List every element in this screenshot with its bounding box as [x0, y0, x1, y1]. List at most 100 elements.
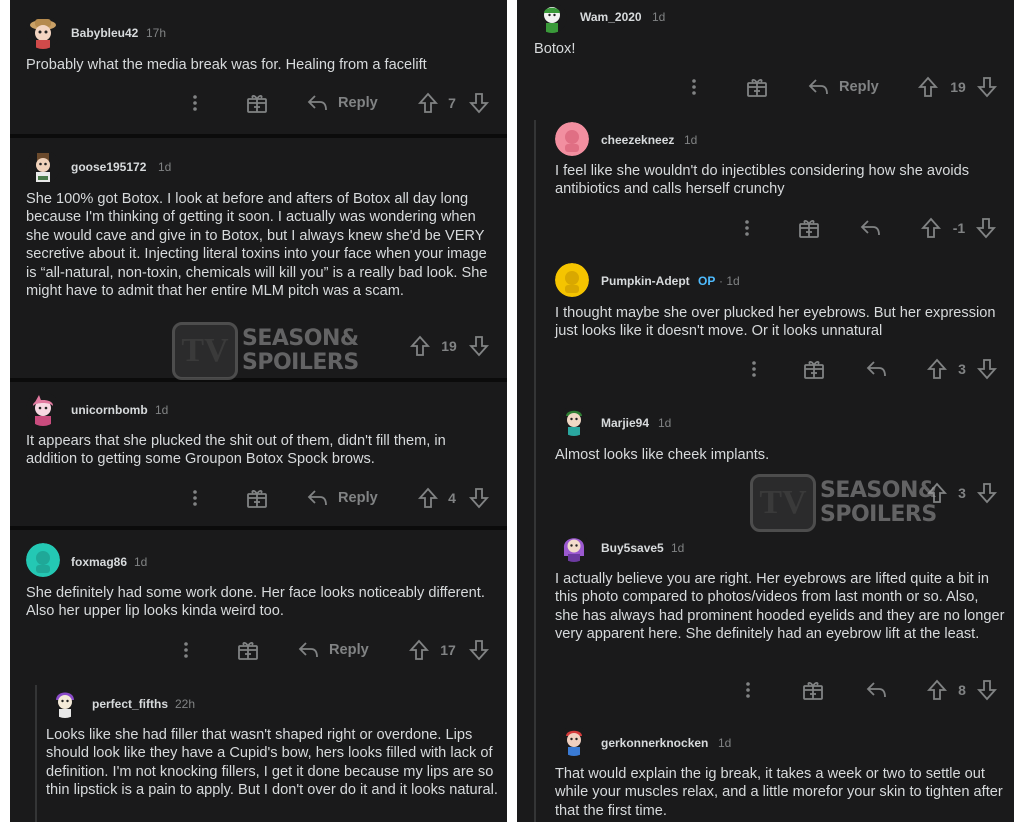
comment: Buy5save5 1d I actually believe you are …: [517, 522, 1014, 718]
watermark: TV SEASON& SPOILERS: [172, 322, 359, 380]
vote-score: 3: [958, 361, 966, 377]
comment-age: 1d: [658, 416, 672, 430]
comment-age: 1d: [684, 133, 698, 147]
comment-age: 1d: [155, 403, 169, 417]
comment: cheezekneez 1d I feel like she wouldn't …: [517, 118, 1014, 258]
more-options-icon[interactable]: [742, 218, 752, 238]
comment-body: That would explain the ig break, it take…: [555, 766, 1003, 819]
reply-icon[interactable]: [807, 77, 829, 97]
comment-age: 1d: [134, 555, 148, 569]
upvote-icon[interactable]: [918, 76, 938, 98]
upvote-icon[interactable]: [410, 335, 430, 357]
downvote-icon[interactable]: [976, 217, 996, 239]
avatar[interactable]: [555, 122, 589, 156]
award-icon[interactable]: [802, 679, 824, 701]
avatar[interactable]: [50, 688, 80, 718]
vote-score: 7: [448, 95, 456, 111]
award-icon[interactable]: [237, 639, 259, 661]
comment-username[interactable]: Marjie94: [601, 416, 649, 430]
avatar[interactable]: [26, 543, 60, 577]
comment-age: 1d: [158, 160, 172, 174]
downvote-icon[interactable]: [469, 335, 489, 357]
reply-icon[interactable]: [865, 680, 887, 700]
reply-button[interactable]: Reply: [338, 490, 378, 506]
comment-username[interactable]: cheezekneez: [601, 133, 674, 147]
reply-icon[interactable]: [859, 218, 881, 238]
downvote-icon[interactable]: [469, 487, 489, 509]
right-screenshot-panel: Wam_2020 1d Botox! Reply 19 cheezekneez …: [517, 0, 1014, 822]
watermark-line1: SEASON&: [820, 478, 937, 503]
award-icon[interactable]: [246, 487, 268, 509]
award-icon[interactable]: [746, 76, 768, 98]
more-options-icon[interactable]: [743, 680, 753, 700]
comment-body: Botox!: [534, 41, 576, 57]
upvote-icon[interactable]: [418, 92, 438, 114]
comment: gerkonnerknocken 1d That would explain t…: [517, 718, 1014, 822]
reply-icon[interactable]: [306, 488, 328, 508]
award-icon[interactable]: [803, 358, 825, 380]
comment-body: I actually believe you are right. Her ey…: [555, 571, 1005, 643]
vote-score: 3: [958, 485, 966, 501]
comment-username[interactable]: Wam_2020: [580, 10, 642, 24]
upvote-icon[interactable]: [927, 358, 947, 380]
comment-body: Almost looks like cheek implants.: [555, 447, 770, 463]
downvote-icon[interactable]: [469, 92, 489, 114]
more-options-icon[interactable]: [190, 488, 200, 508]
watermark-line1: SEASON&: [242, 326, 359, 351]
downvote-icon[interactable]: [977, 679, 997, 701]
downvote-icon[interactable]: [977, 482, 997, 504]
comment-username[interactable]: foxmag86: [71, 555, 127, 569]
comment-username[interactable]: Babybleu42: [71, 26, 138, 40]
upvote-icon[interactable]: [921, 217, 941, 239]
avatar[interactable]: [559, 406, 589, 436]
more-options-icon[interactable]: [749, 359, 759, 379]
avatar[interactable]: [537, 3, 567, 33]
comment-username[interactable]: goose195172: [71, 160, 146, 174]
comment-body: She 100% got Botox. I look at before and…: [26, 191, 488, 300]
vote-score: 4: [448, 490, 456, 506]
avatar[interactable]: [26, 150, 60, 184]
left-screenshot-panel: Babybleu42 17h Probably what the media b…: [10, 0, 507, 822]
vote-score: -1: [952, 220, 966, 236]
more-options-icon[interactable]: [181, 640, 191, 660]
avatar[interactable]: [26, 15, 60, 49]
comment-username[interactable]: Buy5save5: [601, 541, 664, 555]
more-options-icon[interactable]: [689, 77, 699, 97]
downvote-icon[interactable]: [469, 639, 489, 661]
vote-score: 8: [958, 682, 966, 698]
comment-username[interactable]: Pumpkin-Adept: [601, 274, 690, 288]
upvote-icon[interactable]: [418, 487, 438, 509]
comment-body: Probably what the media break was for. H…: [26, 57, 427, 73]
reply-icon[interactable]: [865, 359, 887, 379]
comment: Wam_2020 1d Botox! Reply 19: [517, 0, 1014, 110]
reply-button[interactable]: Reply: [338, 95, 378, 111]
watermark-logo: TV: [172, 322, 238, 380]
vote-score: 19: [950, 79, 966, 95]
comment-age: 1d: [718, 736, 732, 750]
more-options-icon[interactable]: [190, 93, 200, 113]
comment-age: 1d: [671, 541, 685, 555]
downvote-icon[interactable]: [977, 358, 997, 380]
reply-icon[interactable]: [297, 640, 319, 660]
downvote-icon[interactable]: [977, 76, 997, 98]
comment-username[interactable]: gerkonnerknocken: [601, 736, 708, 750]
avatar[interactable]: [26, 392, 60, 426]
vote-score: 17: [440, 642, 456, 658]
comment: Babybleu42 17h Probably what the media b…: [10, 0, 507, 130]
comment: perfect_fifths 22h Looks like she had fi…: [10, 680, 507, 822]
upvote-icon[interactable]: [409, 639, 429, 661]
avatar[interactable]: [559, 726, 589, 756]
upvote-icon[interactable]: [927, 679, 947, 701]
comment: unicornbomb 1d It appears that she pluck…: [10, 382, 507, 522]
award-icon[interactable]: [246, 92, 268, 114]
reply-button[interactable]: Reply: [839, 79, 879, 95]
comment-age: 17h: [146, 26, 167, 40]
avatar[interactable]: [555, 263, 589, 297]
reply-icon[interactable]: [306, 93, 328, 113]
comment-username[interactable]: unicornbomb: [71, 403, 148, 417]
reply-button[interactable]: Reply: [329, 642, 369, 658]
comment-username[interactable]: perfect_fifths: [92, 697, 168, 711]
award-icon[interactable]: [798, 217, 820, 239]
comment-body: It appears that she plucked the shit out…: [26, 433, 446, 468]
avatar[interactable]: [559, 532, 589, 562]
